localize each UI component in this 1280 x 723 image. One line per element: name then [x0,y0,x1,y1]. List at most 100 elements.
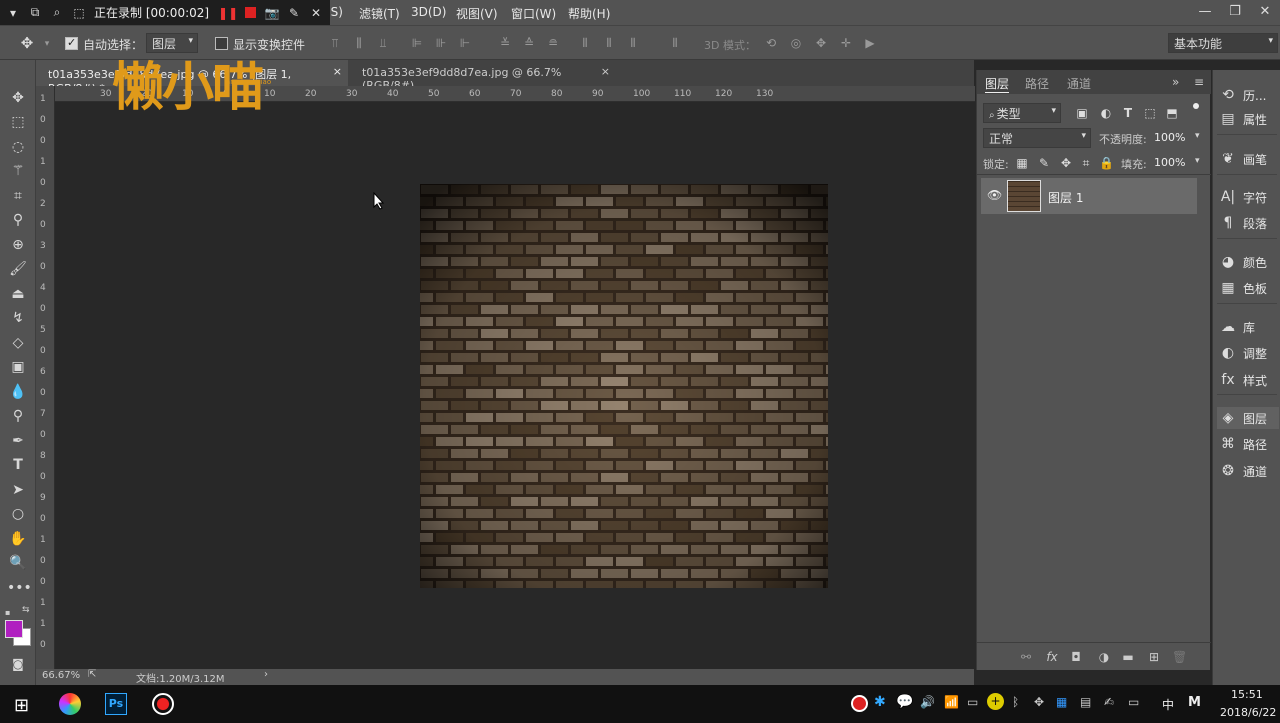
chevron-down-icon[interactable]: ▾ [1195,156,1200,166]
tab-document-2[interactable]: t01a353e3ef9dd8d7ea.jpg @ 66.7%(RGB/8#) … [350,60,616,92]
dock-item-history[interactable]: ⟲ 历... [1219,84,1266,106]
3d-roll-icon[interactable]: ◎ [789,36,803,50]
layer-row[interactable]: 👁 图层 1 [981,178,1197,214]
hand-tool-icon[interactable]: ✋ [7,529,29,549]
align-vcenter-icon[interactable]: ⫼ [352,36,366,50]
chevron-right-icon[interactable]: › [264,669,268,680]
stop-icon[interactable] [243,6,257,20]
3d-scale-icon[interactable]: ▶ [863,36,877,50]
auto-select-dropdown[interactable]: 图层 ▾ [146,33,198,53]
dock-item-paragraph[interactable]: ¶ 段落 [1219,212,1267,234]
menu-window[interactable]: 窗口(W) [511,5,556,22]
tab-layers[interactable]: 图层 [985,75,1010,93]
pen-icon[interactable]: ✎ [287,6,301,20]
eye-icon[interactable]: 👁 [987,188,1002,202]
lock-artboard-icon[interactable]: ⌗ [1079,156,1093,170]
new-layer-icon[interactable]: ⊞ [1147,650,1161,664]
filter-toggle-icon[interactable] [1193,103,1199,109]
pen-tool-icon[interactable]: ✒ [7,431,29,451]
region-select-icon[interactable]: ⬚ [72,6,86,20]
menu-view[interactable]: 视图(V) [456,5,498,22]
pen-tray-icon[interactable]: ✍ [1104,695,1114,709]
dock-item-properties[interactable]: ▤ 属性 [1219,108,1267,130]
link-layers-icon[interactable]: ⚯ [1019,650,1033,664]
chevron-down-icon[interactable]: ▾ [6,6,20,20]
align-bottom-icon[interactable]: ⫫ [376,36,390,50]
dock-item-character[interactable]: A| 字符 [1219,186,1267,208]
dock-item-styles[interactable]: fx 样式 [1219,369,1267,391]
dock-item-channels[interactable]: ❂ 通道 [1219,460,1267,482]
default-colors-icon[interactable]: ▪ [5,608,13,617]
new-adjustment-icon[interactable]: ◑ [1097,650,1111,664]
zoom-level[interactable]: 66.67% [42,670,80,681]
auto-select-checkbox[interactable] [65,36,78,50]
path-selection-tool-icon[interactable]: ➤ [7,480,29,500]
layer-name[interactable]: 图层 1 [1048,189,1083,206]
dock-item-swatches[interactable]: ▦ 色板 [1219,277,1267,299]
tray-app3-icon[interactable]: ▤ [1080,695,1091,709]
filter-pixel-icon[interactable]: ▣ [1075,106,1089,120]
filter-adjustment-icon[interactable]: ◐ [1099,106,1113,120]
tray-app4-icon[interactable]: ▭ [1128,695,1139,709]
eyedropper-tool-icon[interactable]: ⚲ [7,210,29,230]
3d-pan-icon[interactable]: ✥ [814,36,828,50]
lock-all-icon[interactable]: 🔒 [1099,156,1114,170]
distribute-vcenter-icon[interactable]: ≙ [522,36,536,50]
distribute-right-icon[interactable]: ⦀ [626,36,640,50]
photoshop-icon[interactable]: Ps [105,693,127,715]
move-tool-icon[interactable]: ✥ [20,36,34,51]
add-mask-icon[interactable]: ◘ [1069,650,1083,664]
dock-item-adjustments[interactable]: ◐ 调整 [1219,342,1267,364]
gradient-tool-icon[interactable]: ▣ [7,357,29,377]
chevron-down-icon[interactable]: ▾ [1195,131,1200,141]
distribute-top-icon[interactable]: ≚ [498,36,512,50]
ime-indicator[interactable]: 中 [1162,696,1174,713]
brush-tool-icon[interactable]: 🖌 [7,259,29,279]
tab-paths[interactable]: 路径 [1025,75,1049,92]
new-group-icon[interactable]: ▬ [1121,650,1135,664]
dock-item-library[interactable]: ☁ 库 [1219,316,1255,338]
close-icon[interactable]: × [333,65,342,78]
close-window-icon[interactable]: ✕ [1250,0,1280,22]
quick-mask-icon[interactable]: ◙ [7,654,29,674]
wifi-icon[interactable]: 📶 [944,695,959,709]
ellipse-tool-icon[interactable]: ○ [7,504,29,524]
crop-tool-icon[interactable]: ⌗ [7,186,29,206]
dock-item-color[interactable]: ◕ 颜色 [1219,251,1267,273]
healing-brush-tool-icon[interactable]: ⊕ [7,235,29,255]
more-tools-icon[interactable]: ••• [7,578,32,598]
search-icon[interactable]: ⌕ [50,5,64,20]
foreground-color-swatch[interactable] [5,620,23,638]
tray-app2-icon[interactable]: ▦ [1056,695,1067,709]
3d-orbit-icon[interactable]: ⟲ [764,36,778,50]
clock-date[interactable]: 2018/6/22 [1220,706,1276,719]
brick-wall-image[interactable] [420,184,828,588]
align-left-icon[interactable]: ⊫ [410,36,424,50]
lasso-tool-icon[interactable]: ◌ [7,137,29,157]
restore-icon[interactable]: ❐ [1220,0,1250,22]
layer-filter-dropdown[interactable]: ⌕ 类型 ▾ [983,103,1061,123]
align-right-icon[interactable]: ⊩ [458,36,472,50]
battery-icon[interactable]: ▭ [967,695,978,709]
tab-channels[interactable]: 通道 [1067,75,1091,92]
tray-app-icon[interactable]: ✱ [874,694,886,710]
lock-position-icon[interactable]: ✥ [1059,156,1073,170]
magic-wand-tool-icon[interactable]: ⚚ [7,161,29,181]
close-icon[interactable]: × [601,65,610,78]
ime-mode-icon[interactable]: M [1188,695,1201,710]
camera-icon[interactable]: 📷 [265,6,280,20]
pause-icon[interactable]: ❚❚ [218,6,238,20]
distribute-hcenter-icon[interactable]: ⦀ [602,36,616,50]
filter-smart-object-icon[interactable]: ⬒ [1165,106,1179,120]
show-transform-checkbox[interactable] [215,37,228,50]
fx-icon[interactable]: fx [1045,650,1059,664]
recorder-app-icon[interactable] [152,693,174,715]
clock-time[interactable]: 15:51 [1231,688,1263,701]
opacity-value[interactable]: 100% [1154,131,1185,144]
filter-type-icon[interactable]: T [1121,106,1135,120]
menu-3d[interactable]: 3D(D) [411,5,446,19]
type-tool-icon[interactable]: T [7,455,29,475]
workspace-dropdown[interactable]: 基本功能 ▾ [1168,33,1278,53]
volume-icon[interactable]: 🔊 [920,695,935,709]
auto-align-icon[interactable]: ⫴ [668,36,682,50]
